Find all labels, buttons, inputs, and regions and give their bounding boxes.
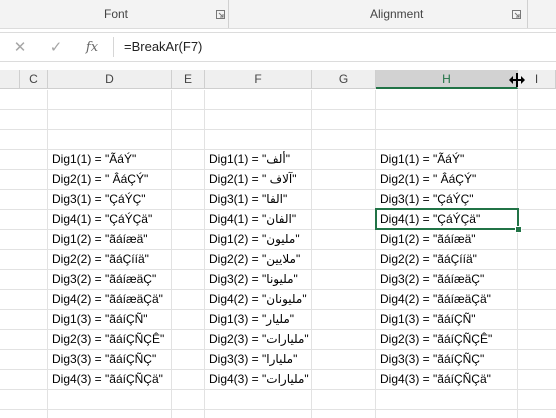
gridline bbox=[0, 129, 556, 130]
ribbon-separator bbox=[527, 0, 528, 28]
column-header-c[interactable]: C bbox=[20, 70, 48, 89]
cell-h[interactable]: Dig2(2) = "ãáÇííä" bbox=[380, 249, 477, 269]
cell-f[interactable]: Dig1(3) = "مليار" bbox=[209, 309, 294, 329]
cell-f[interactable]: Dig3(3) = "مليارا" bbox=[209, 349, 297, 369]
cell-d[interactable]: Dig3(2) = "ãáíæäÇ" bbox=[52, 269, 156, 289]
worksheet-grid[interactable]: C D E F G H I Dig1(1) = "ÃáÝ" Dig2(1) = … bbox=[0, 70, 556, 418]
cell-d[interactable]: Dig2(3) = "ãáíÇÑÇÊ" bbox=[52, 329, 164, 349]
cell-f[interactable]: Dig1(2) = "مليون" bbox=[209, 229, 300, 249]
cell-f[interactable]: Dig4(2) = "مليونان" bbox=[209, 289, 307, 309]
cell-h[interactable]: Dig4(3) = "ãáíÇÑÇä" bbox=[380, 369, 491, 389]
gridline bbox=[0, 389, 556, 390]
cell-d[interactable]: Dig4(1) = "ÇáÝÇä" bbox=[52, 209, 152, 229]
font-group-label: Font bbox=[104, 7, 129, 21]
column-header-e[interactable]: E bbox=[172, 70, 205, 89]
cell-d[interactable]: Dig1(3) = "ãáíÇÑ" bbox=[52, 309, 148, 329]
column-resize-cursor-icon bbox=[509, 73, 525, 87]
column-header-h[interactable]: H bbox=[376, 70, 518, 89]
cancel-icon[interactable]: ✕ bbox=[10, 37, 30, 57]
cell-d[interactable]: Dig2(1) = " ÂáÇÝ" bbox=[52, 169, 148, 189]
cell-d[interactable]: Dig3(3) = "ãáíÇÑÇ" bbox=[52, 349, 156, 369]
cell-h[interactable]: Dig1(2) = "ãáíæä" bbox=[380, 229, 476, 249]
cell-f[interactable]: Dig2(3) = "مليارات" bbox=[209, 329, 309, 349]
cell-f[interactable]: Dig4(1) = "الفان" bbox=[209, 209, 296, 229]
cell-d[interactable]: Dig4(3) = "ãáíÇÑÇä" bbox=[52, 369, 163, 389]
font-dialog-launcher-icon[interactable] bbox=[216, 10, 225, 19]
cell-h[interactable]: Dig2(3) = "ãáíÇÑÇÊ" bbox=[380, 329, 492, 349]
insert-function-icon[interactable]: fx bbox=[82, 37, 102, 57]
active-cell-selection bbox=[375, 208, 519, 230]
column-header-f[interactable]: F bbox=[205, 70, 312, 89]
alignment-group-label: Alignment bbox=[370, 7, 424, 21]
enter-icon[interactable]: ✓ bbox=[46, 37, 66, 57]
cell-d[interactable]: Dig1(1) = "ÃáÝ" bbox=[52, 149, 136, 169]
cell-h[interactable]: Dig3(2) = "ãáíæäÇ" bbox=[380, 269, 484, 289]
cell-h[interactable]: Dig4(2) = "ãáíæäÇä" bbox=[380, 289, 491, 309]
column-header-g[interactable]: G bbox=[312, 70, 376, 89]
cell-d[interactable]: Dig3(1) = "ÇáÝÇ" bbox=[52, 189, 146, 209]
ribbon-separator bbox=[228, 0, 229, 28]
cell-f[interactable]: Dig2(2) = "ملايين" bbox=[209, 249, 300, 269]
cell-d[interactable]: Dig1(2) = "ãáíæä" bbox=[52, 229, 148, 249]
formula-input[interactable]: =BreakAr(F7) bbox=[124, 39, 202, 54]
cell-f[interactable]: Dig2(1) = " آلاف" bbox=[209, 169, 297, 189]
cell-h[interactable]: Dig3(1) = "ÇáÝÇ" bbox=[380, 189, 474, 209]
gridline bbox=[0, 109, 556, 110]
cell-h[interactable]: Dig1(1) = "ÃáÝ" bbox=[380, 149, 464, 169]
column-header-d[interactable]: D bbox=[48, 70, 172, 89]
cell-f[interactable]: Dig4(3) = "مليارات" bbox=[209, 369, 309, 389]
select-all-corner[interactable] bbox=[0, 70, 20, 89]
cell-f[interactable]: Dig3(1) = "الفا" bbox=[209, 189, 287, 209]
cell-f[interactable]: Dig1(1) = "ألف" bbox=[209, 149, 290, 169]
cell-d[interactable]: Dig2(2) = "ãáÇííä" bbox=[52, 249, 149, 269]
cell-h[interactable]: Dig2(1) = " ÂáÇÝ" bbox=[380, 169, 476, 189]
formula-bar-divider bbox=[113, 37, 114, 57]
formula-bar: ✕ ✓ fx =BreakAr(F7) bbox=[0, 32, 556, 62]
cell-d[interactable]: Dig4(2) = "ãáíæäÇä" bbox=[52, 289, 163, 309]
alignment-dialog-launcher-icon[interactable] bbox=[512, 10, 521, 19]
cell-h[interactable]: Dig3(3) = "ãáíÇÑÇ" bbox=[380, 349, 484, 369]
cell-h[interactable]: Dig1(3) = "ãáíÇÑ" bbox=[380, 309, 476, 329]
fill-handle[interactable] bbox=[515, 226, 522, 233]
ribbon-group-bar: Font Alignment bbox=[0, 0, 556, 29]
cell-f[interactable]: Dig3(2) = "مليونا" bbox=[209, 269, 298, 289]
gridline bbox=[0, 409, 556, 410]
